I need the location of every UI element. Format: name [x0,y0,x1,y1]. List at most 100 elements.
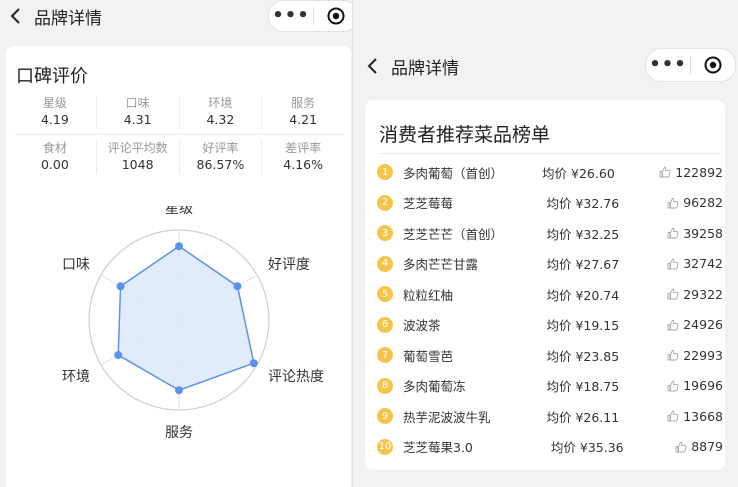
ranking-item[interactable]: 7 葡萄雪芭 均价 ¥23.85 22993 [377,340,723,371]
thumbs-up-icon [667,411,679,422]
rank-badge: 10 [377,438,393,455]
stat-value: 86.57% [196,157,245,172]
section-title: 消费者推荐菜品榜单 [379,124,551,146]
price-prefix: 均价 ¥ [546,379,584,395]
like-count: 22993 [667,348,723,363]
stat-avg-reviews: 评论平均数 1048 [95,140,179,174]
like-value: 39258 [683,225,723,241]
stat-value: 1048 [121,157,154,172]
stats-grid: 星级 4.19 口味 4.31 环境 4.32 服务 4.21 食材 0.00 … [14,90,344,179]
price-prefix: 均价 ¥ [546,318,584,334]
divider [379,153,719,154]
ranking-item[interactable]: 2 芝芝莓莓 均价 ¥32.76 96282 [377,188,723,219]
radar-axis-label: 好评度 [268,257,310,273]
price-value: 32.76 [583,196,620,212]
dish-price: 均价 ¥18.75 [546,376,661,395]
stat-label: 口味 [125,96,150,110]
price-value: 35.36 [587,440,624,456]
back-arrow-icon[interactable] [8,6,24,26]
price-value: 26.60 [578,165,615,181]
like-value: 19696 [683,378,723,394]
stat-negative-rate: 差评率 4.16% [261,140,344,174]
ranking-item[interactable]: 8 多肉葡萄冻 均价 ¥18.75 19696 [377,371,723,402]
ranking-item[interactable]: 3 芝芝芒芒（首创） 均价 ¥32.25 39258 [377,218,723,249]
close-target-icon[interactable] [691,49,735,81]
reputation-radar-chart: 星级好评度评论热度服务 环境 口味 [62,206,324,441]
like-value: 24926 [683,317,723,333]
price-value: 23.85 [583,348,620,364]
rank-badge: 9 [377,408,393,425]
ranking-item[interactable]: 9 热芋泥波波牛乳 均价 ¥26.11 13668 [377,401,723,432]
thumbs-up-icon [667,258,679,270]
stats-row: 星级 4.19 口味 4.31 环境 4.32 服务 4.21 [14,90,344,135]
brand-detail-right-panel: 品牌详情 ••• 消费者推荐菜品榜单 1 多肉葡萄（首创） 均价 ¥26.60 122… [353,0,738,487]
back-arrow-icon[interactable] [365,56,381,76]
like-value: 96282 [683,195,723,211]
thumbs-up-icon [659,167,671,178]
rank-badge: 6 [377,316,393,333]
dish-price: 均价 ¥27.67 [546,254,661,273]
dish-price: 均价 ¥35.36 [551,437,669,456]
like-value: 8879 [691,439,723,455]
ranking-item[interactable]: 10 芝芝莓果3.0 均价 ¥35.36 8879 [377,432,723,463]
dish-name: 芝芝莓果3.0 [403,440,473,456]
price-prefix: 均价 ¥ [542,165,579,181]
dish-price: 均价 ¥32.76 [546,193,661,212]
ranking-item[interactable]: 4 多肉芒芒甘露 均价 ¥27.67 32742 [377,249,723,280]
stat-value: 4.16% [283,157,323,172]
price-value: 26.11 [583,409,620,425]
dish-name: 波波茶 [403,318,441,334]
price-prefix: 均价 ¥ [550,440,588,456]
stat-taste: 口味 4.31 [95,95,179,129]
price-value: 18.75 [583,379,620,395]
recommend-ranking-card: 消费者推荐菜品榜单 1 多肉葡萄（首创） 均价 ¥26.60 122892 2 芝芝莓莓均… [365,100,725,470]
ranking-item[interactable]: 5 粒粒红柚 均价 ¥20.74 29322 [377,279,723,310]
radar-point [249,359,258,368]
rank-badge: 2 [377,194,393,211]
price-prefix: 均价 ¥ [546,257,584,273]
mini-program-capsule: ••• [268,0,355,32]
thumbs-up-icon [675,441,687,453]
stat-value: 4.32 [206,112,235,127]
ranking-item[interactable]: 1 多肉葡萄（首创） 均价 ¥26.60 122892 [377,157,723,188]
stat-star: 星级 4.19 [14,95,96,129]
dish-price: 均价 ¥26.60 [542,163,653,182]
dish-name: 粒粒红柚 [403,287,454,303]
more-options-icon[interactable]: ••• [269,1,313,31]
dish-name: 多肉葡萄冻 [403,379,466,395]
price-value: 19.15 [583,318,620,334]
like-count: 32742 [667,256,723,271]
stat-label: 星级 [42,96,67,110]
close-target-icon[interactable] [314,1,355,31]
radar-point [233,282,242,291]
reputation-card: 口碑评价 星级 4.19 口味 4.31 环境 4.32 服务 4.21 食材 … [6,46,351,487]
more-options-icon[interactable]: ••• [646,49,690,81]
ranking-item[interactable]: 6 波波茶 均价 ¥19.15 24926 [377,310,723,341]
rank-badge: 4 [377,255,393,272]
page-title: 品牌详情 [34,8,102,29]
dish-price: 均价 ¥19.15 [546,315,661,334]
like-count: 19696 [667,378,723,393]
stat-label: 差评率 [285,141,322,155]
radar-axis-label: 服务 [165,425,193,441]
dish-price: 均价 ¥23.85 [546,346,661,365]
dish-name: 多肉葡萄（首创） [403,165,504,181]
price-value: 27.67 [583,257,620,273]
stats-row: 食材 0.00 评论平均数 1048 好评率 86.57% 差评率 4.16% [14,135,344,179]
brand-detail-left-panel: 品牌详情 ••• 口碑评价 星级 4.19 口味 4.31 环境 4.32 服务… [0,0,355,487]
radar-point [116,282,125,291]
radar-point [175,242,183,251]
price-value: 20.74 [583,287,620,303]
price-value: 32.25 [583,226,620,242]
dish-name: 芝芝芒芒（首创） [403,226,504,242]
price-prefix: 均价 ¥ [546,409,584,425]
like-count: 122892 [659,165,723,180]
radar-axis-label: 口味 [62,257,90,273]
mini-program-capsule: ••• [645,48,736,82]
stat-environment: 环境 4.32 [178,95,262,129]
dish-name: 多肉芒芒甘露 [403,257,479,273]
thumbs-up-icon [667,350,679,361]
stat-value: 4.21 [289,112,318,127]
rank-badge: 1 [377,164,393,181]
dish-name: 热芋泥波波牛乳 [403,409,491,425]
